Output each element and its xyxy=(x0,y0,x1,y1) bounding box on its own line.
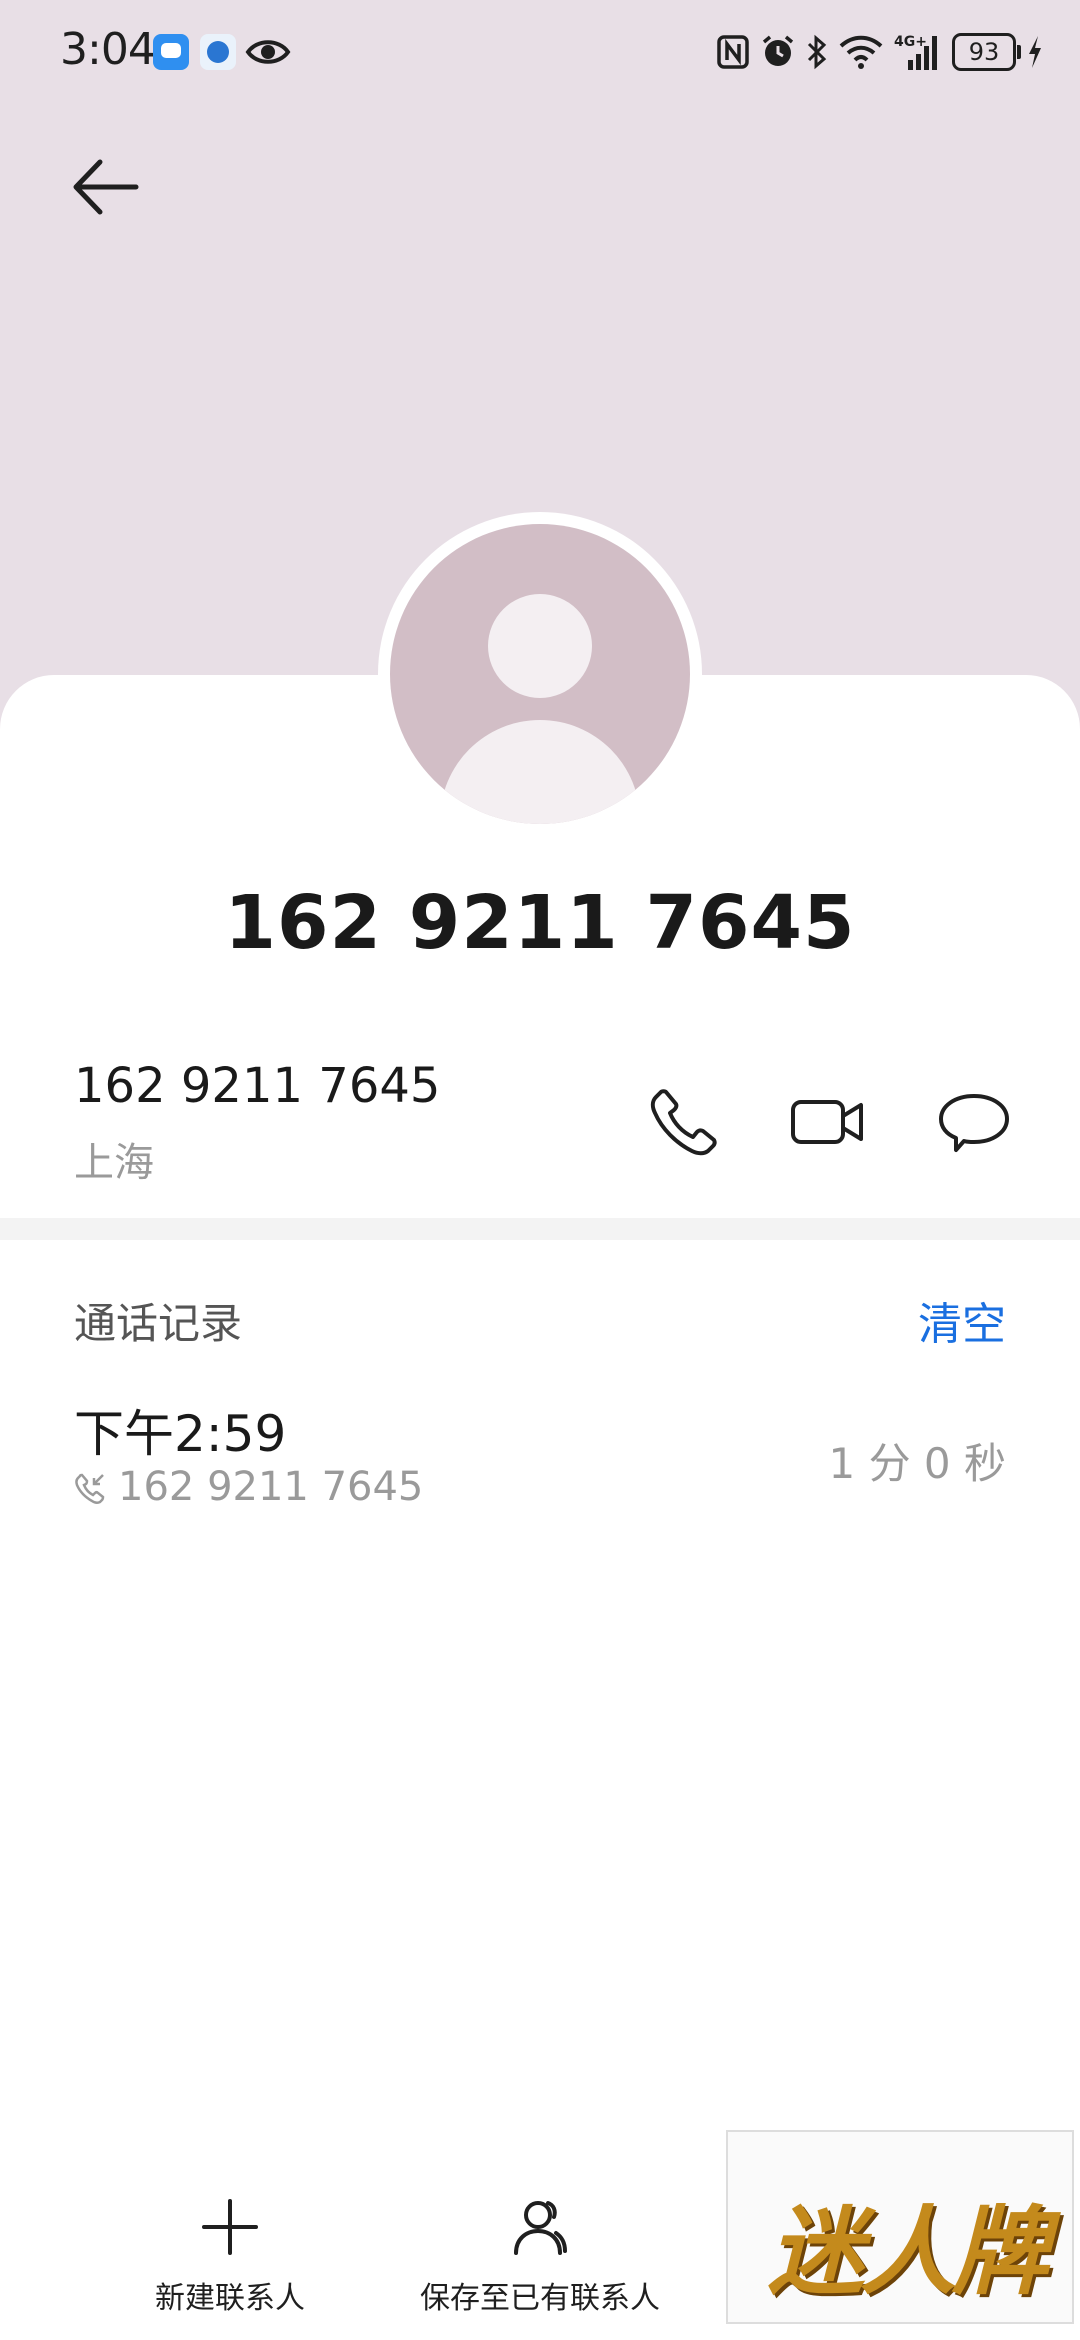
status-time: 3:04 xyxy=(60,24,156,75)
4g-signal-icon: 4G+ xyxy=(894,34,937,70)
watermark-logo: 迷人牌 xyxy=(726,2130,1074,2324)
contact-detail-screen: 3:04 4G+ 93 162 9211 7645 162 9211 7645 … xyxy=(0,0,1080,2340)
avatar-head xyxy=(488,594,592,698)
charging-icon xyxy=(1029,36,1041,68)
nfc-icon xyxy=(717,35,749,69)
person-icon xyxy=(514,2201,567,2255)
wifi-icon xyxy=(839,35,883,69)
battery-icon: 93 xyxy=(952,33,1021,71)
avatar-body xyxy=(440,720,640,824)
incoming-call-icon xyxy=(75,1473,105,1504)
save-to-existing-contact-button[interactable]: 保存至已有联系人 xyxy=(410,2195,670,2317)
new-contact-button[interactable]: 新建联系人 xyxy=(150,2195,310,2317)
phone-number: 162 9211 7645 xyxy=(74,1058,441,1114)
bluetooth-icon xyxy=(807,34,827,70)
clear-call-log-button[interactable]: 清空 xyxy=(918,1288,1006,1352)
section-divider xyxy=(0,1218,1080,1240)
message-button[interactable] xyxy=(934,1082,1014,1162)
message-app-icon xyxy=(153,34,189,70)
call-duration: 1 分 0 秒 xyxy=(828,1439,1007,1488)
watermark-text: 迷人牌 xyxy=(768,2196,1048,2308)
status-bar: 3:04 4G+ 93 xyxy=(0,0,1080,105)
call-log-title: 通话记录 xyxy=(74,1299,243,1348)
call-button[interactable] xyxy=(644,1082,724,1162)
call-number: 162 9211 7645 xyxy=(118,1464,424,1510)
svg-text:4G+: 4G+ xyxy=(894,34,927,50)
eye-icon xyxy=(245,40,291,64)
call-log-entry[interactable]: 下午2:59 162 9211 7645 1 分 0 秒 xyxy=(0,1380,1080,1530)
alarm-icon xyxy=(762,35,794,66)
call-time: 下午2:59 xyxy=(74,1405,287,1463)
browser-icon xyxy=(200,34,236,70)
number-row[interactable]: 162 9211 7645 上海 xyxy=(0,1030,1080,1220)
avatar[interactable] xyxy=(390,524,690,824)
status-icons: 4G+ 93 xyxy=(716,26,1044,78)
new-contact-label: 新建联系人 xyxy=(155,2281,305,2316)
back-button[interactable] xyxy=(60,140,154,234)
plus-icon xyxy=(202,2199,258,2255)
save-to-existing-label: 保存至已有联系人 xyxy=(420,2281,660,2316)
video-call-button[interactable] xyxy=(788,1082,868,1162)
contact-title: 162 9211 7645 xyxy=(224,880,856,966)
phone-location: 上海 xyxy=(74,1140,154,1186)
